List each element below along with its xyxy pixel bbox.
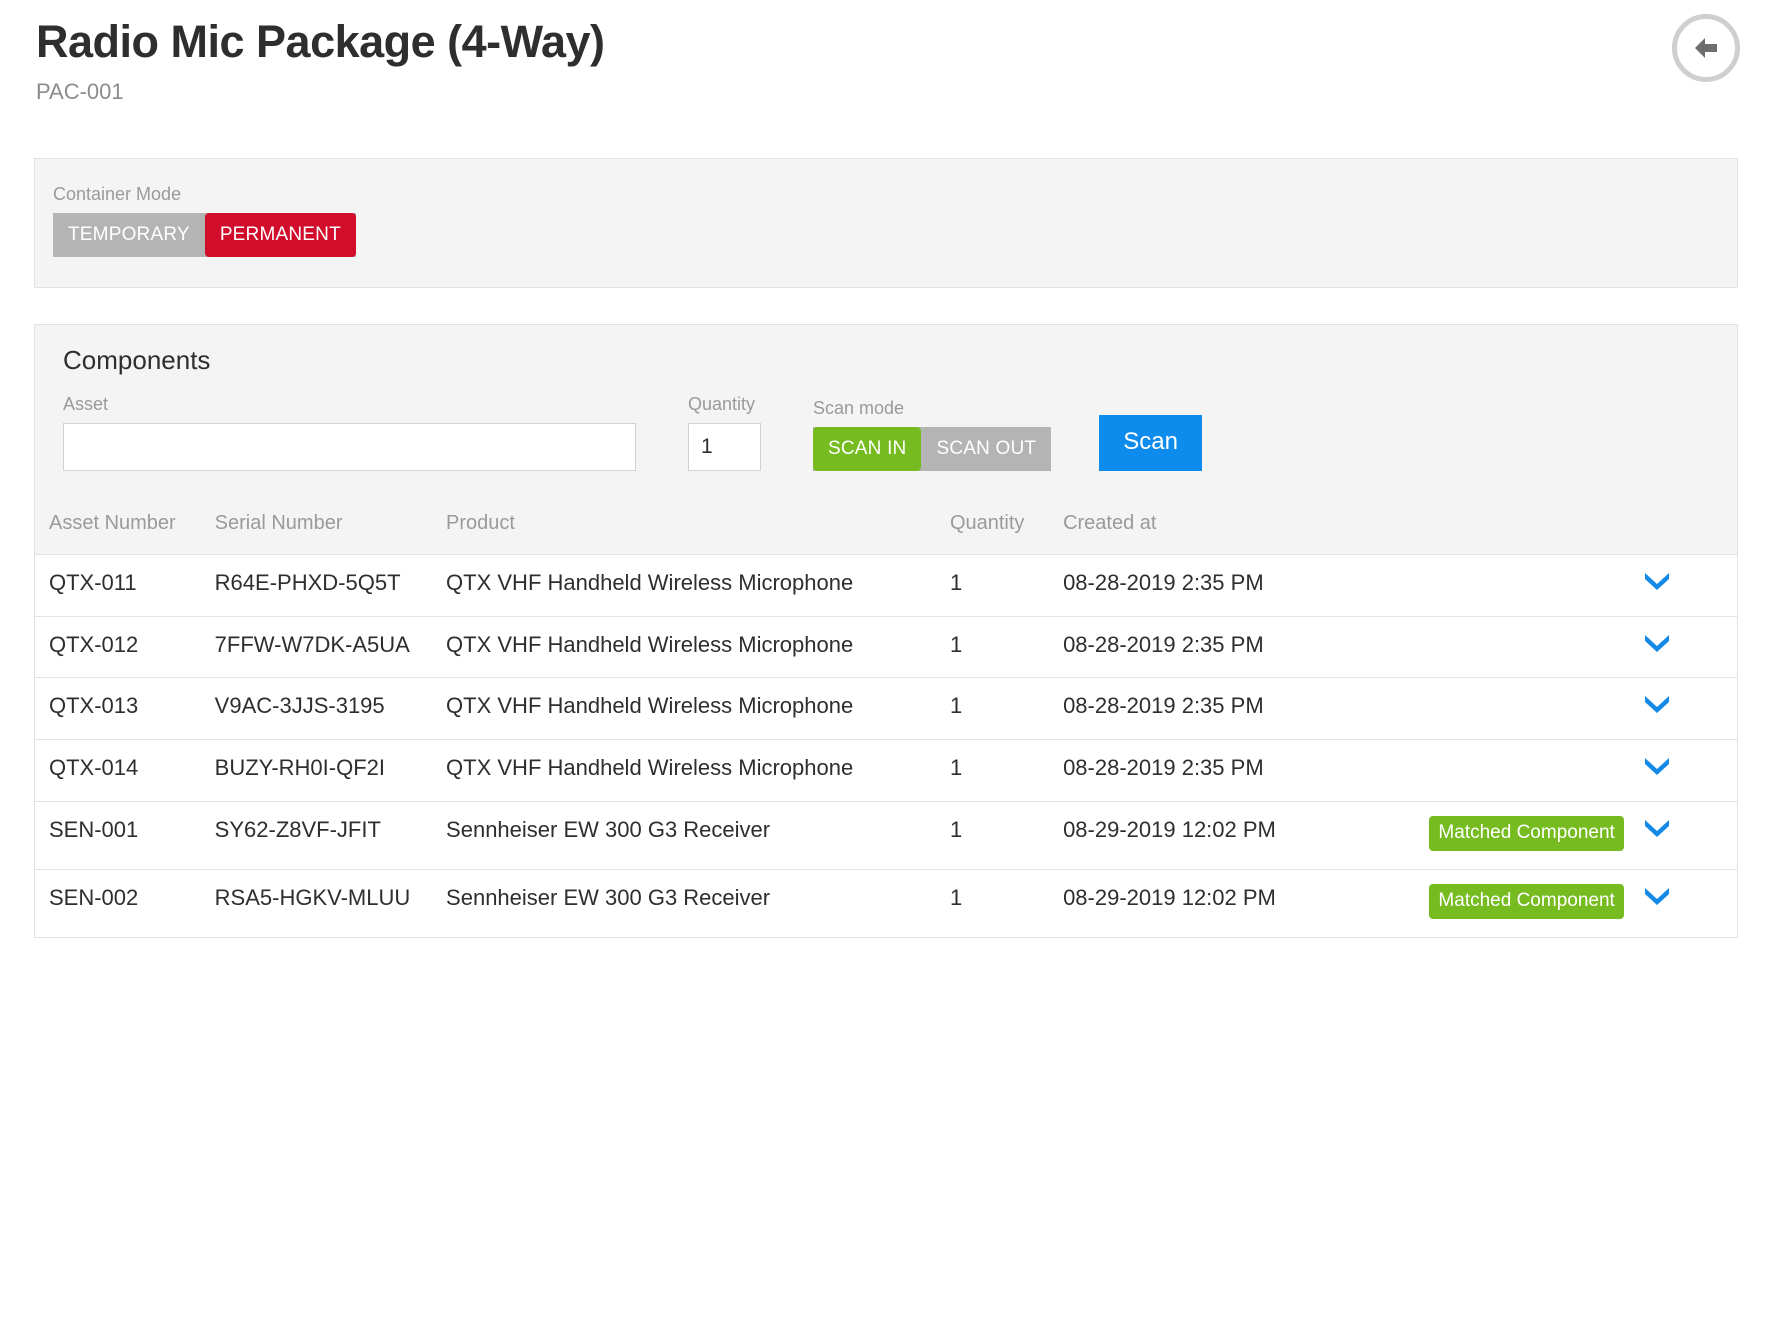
back-button[interactable] — [1672, 14, 1740, 82]
cell-asset-number: QTX-012 — [35, 616, 205, 679]
cell-asset-number: QTX-013 — [35, 677, 205, 741]
cell-serial-number: BUZY-RH0I-QF2I — [204, 739, 437, 802]
cell-serial-number: RSA5-HGKV-MLUU — [214, 884, 411, 910]
column-header-product[interactable]: Product — [436, 497, 940, 556]
cell-created-at: 08-29-2019 12:02 PM — [1053, 801, 1362, 870]
cell-expand — [1623, 554, 1737, 617]
page-header: Radio Mic Package (4-Way) PAC-001 — [0, 0, 1772, 103]
scan-mode-toggle[interactable]: SCAN IN SCAN OUT — [813, 427, 1052, 472]
asset-label: Asset — [63, 394, 109, 415]
cell-product: Sennheiser EW 300 G3 Receiver — [446, 884, 771, 910]
chevron-down-icon[interactable] — [1642, 693, 1672, 714]
cell-serial-number: SY62-Z8VF-JFIT — [204, 801, 437, 870]
cell-serial-number: 7FFW-W7DK-A5UA — [204, 616, 437, 679]
cell-expand — [1624, 869, 1737, 937]
chevron-down-icon[interactable] — [1642, 817, 1672, 837]
container-mode-panel: Container Mode TEMPORARY PERMANENT — [34, 158, 1738, 289]
cell-asset-number: QTX-014 — [35, 739, 205, 802]
scan-button[interactable]: Scan — [1099, 415, 1202, 472]
cell-product: QTX VHF Handheld Wireless Microphone — [436, 554, 940, 617]
scan-mode-label: Scan mode — [813, 398, 905, 419]
cell-asset-number: QTX-011 — [35, 554, 205, 617]
table-row[interactable]: QTX-013 V9AC-3JJS-3195 QTX VHF Handheld … — [35, 677, 1737, 741]
cell-created-at: 08-28-2019 2:35 PM — [1053, 616, 1362, 679]
quantity-label: Quantity — [688, 394, 756, 415]
cell-flag — [1361, 739, 1624, 802]
scan-mode-option-scan-out[interactable]: SCAN OUT — [921, 427, 1051, 471]
table-row[interactable]: QTX-014 BUZY-RH0I-QF2I QTX VHF Handheld … — [35, 739, 1737, 802]
chevron-down-icon[interactable] — [1642, 570, 1672, 591]
cell-serial-number: R64E-PHXD-5Q5T — [204, 554, 437, 617]
container-mode-option-permanent[interactable]: PERMANENT — [204, 213, 356, 258]
cell-created-at: 08-28-2019 2:35 PM — [1053, 739, 1362, 802]
page-subtitle: PAC-001 — [36, 79, 124, 105]
chevron-down-icon[interactable] — [1642, 885, 1672, 905]
column-header-serial-number[interactable]: Serial Number — [204, 497, 437, 556]
cell-flag: Matched Component — [1361, 801, 1624, 870]
table-row[interactable]: SEN-002 RSA5-HGKV-MLUU Sennheiser EW 300… — [35, 869, 1737, 937]
chevron-down-icon[interactable] — [1642, 632, 1672, 652]
cell-expand — [1623, 616, 1737, 679]
components-header: Components Asset Quantity Scan mode SCAN… — [35, 325, 1737, 498]
page-root: Radio Mic Package (4-Way) PAC-001 Contai… — [0, 0, 1772, 1317]
components-panel: Components Asset Quantity Scan mode SCAN… — [34, 324, 1738, 938]
cell-flag — [1361, 677, 1624, 741]
cell-product: Sennheiser EW 300 G3 Receiver — [436, 801, 940, 870]
table-header-row: Asset Number Serial Number Product Quant… — [35, 497, 1737, 556]
quantity-input[interactable] — [688, 423, 761, 472]
table-header: Asset Number Serial Number Product Quant… — [35, 497, 1737, 556]
cell-expand — [1623, 801, 1737, 870]
cell-product: QTX VHF Handheld Wireless Microphone — [436, 616, 940, 679]
cell-quantity: 1 — [939, 554, 1054, 617]
table-row[interactable]: QTX-011 R64E-PHXD-5Q5T QTX VHF Handheld … — [35, 554, 1737, 617]
cell-product: QTX VHF Handheld Wireless Microphone — [436, 677, 940, 741]
status-badge: Matched Component — [1429, 815, 1624, 851]
column-header-expand — [1623, 497, 1737, 556]
cell-quantity: 1 — [949, 884, 963, 910]
cell-quantity: 1 — [939, 616, 1054, 679]
table-row[interactable]: QTX-012 7FFW-W7DK-A5UA QTX VHF Handheld … — [35, 616, 1737, 679]
table-body: QTX-011 R64E-PHXD-5Q5T QTX VHF Handheld … — [35, 554, 1737, 937]
chevron-down-icon[interactable] — [1642, 755, 1672, 776]
cell-created-at: 08-28-2019 2:35 PM — [1053, 677, 1362, 741]
scan-mode-group: Scan mode SCAN IN SCAN OUT — [813, 398, 1052, 472]
scan-mode-option-scan-in[interactable]: SCAN IN — [813, 427, 922, 472]
cell-asset-number: SEN-001 — [35, 801, 205, 870]
components-controls: Asset Quantity Scan mode SCAN IN SCAN OU… — [63, 394, 1709, 472]
cell-flag: Matched Component — [1362, 869, 1624, 937]
arrow-left-icon — [1690, 32, 1722, 64]
page-title: Radio Mic Package (4-Way) — [36, 16, 605, 67]
cell-asset-number: SEN-002 — [49, 884, 139, 910]
cell-created-at: 08-29-2019 12:02 PM — [1063, 884, 1276, 910]
asset-field-group: Asset — [63, 394, 636, 472]
cell-product: QTX VHF Handheld Wireless Microphone — [436, 739, 940, 802]
cell-created-at: 08-28-2019 2:35 PM — [1053, 554, 1362, 617]
column-header-flag — [1361, 497, 1624, 556]
components-title: Components — [63, 345, 211, 376]
cell-quantity: 1 — [939, 739, 1054, 802]
cell-expand — [1623, 677, 1737, 741]
column-header-asset-number[interactable]: Asset Number — [35, 497, 205, 556]
cell-quantity: 1 — [939, 677, 1054, 741]
table-row[interactable]: SEN-001 SY62-Z8VF-JFIT Sennheiser EW 300… — [35, 801, 1737, 870]
quantity-field-group: Quantity — [688, 394, 761, 472]
column-header-created-at[interactable]: Created at — [1053, 497, 1362, 556]
container-mode-label: Container Mode — [53, 184, 182, 205]
asset-input[interactable] — [63, 423, 636, 472]
cell-flag — [1361, 616, 1624, 679]
components-table: Asset Number Serial Number Product Quant… — [35, 497, 1737, 936]
column-header-quantity[interactable]: Quantity — [939, 497, 1054, 556]
container-mode-option-temporary[interactable]: TEMPORARY — [53, 213, 205, 257]
cell-serial-number: V9AC-3JJS-3195 — [204, 677, 437, 741]
cell-flag — [1361, 554, 1624, 617]
cell-expand — [1623, 739, 1737, 802]
container-mode-toggle[interactable]: TEMPORARY PERMANENT — [53, 213, 356, 258]
cell-quantity: 1 — [939, 801, 1054, 870]
scan-action-group: Scan — [1099, 415, 1202, 472]
status-badge: Matched Component — [1429, 883, 1624, 919]
